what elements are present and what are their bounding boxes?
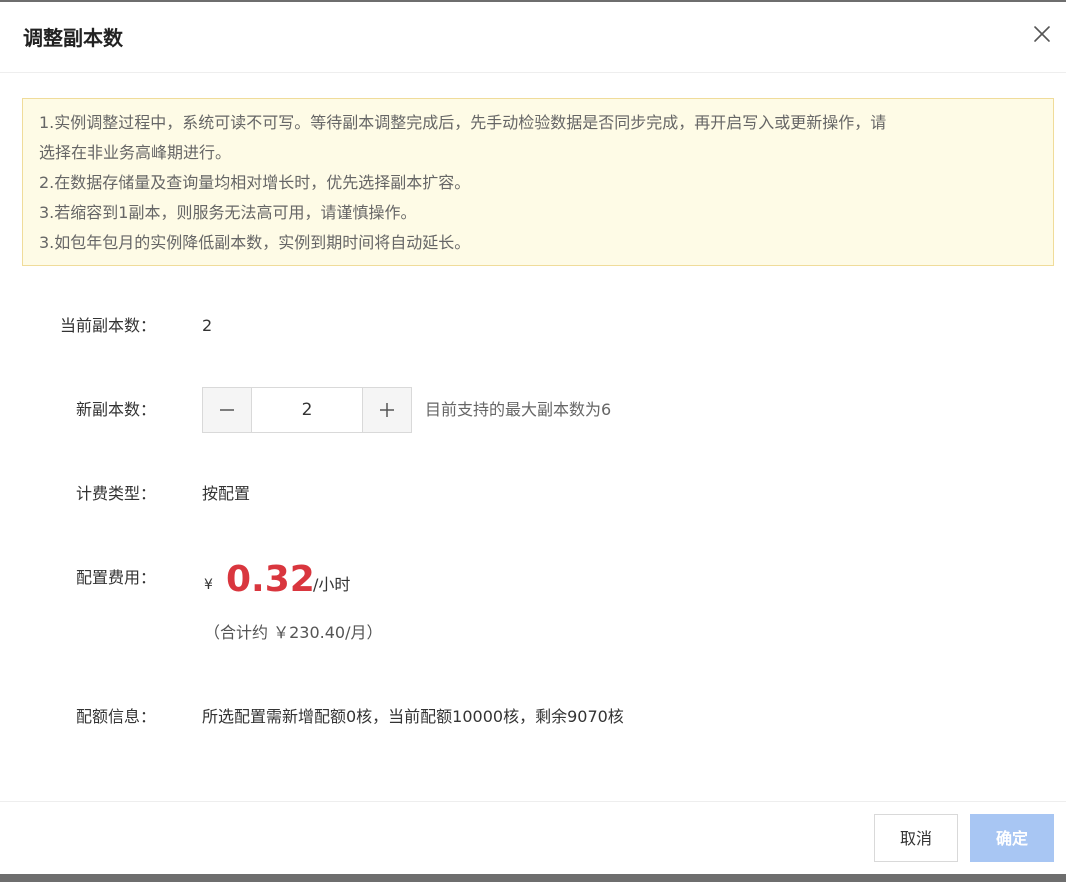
price-unit: /小时 <box>313 575 351 594</box>
monthly-total: （合计约 ￥230.40/月） <box>204 623 383 642</box>
notice-line: 1.实例调整过程中，系统可读不可写。等待副本调整完成后，先手动检验数据是否同步完… <box>39 113 887 132</box>
notice-line: 选择在非业务高峰期进行。 <box>39 143 232 162</box>
minus-icon <box>220 409 234 411</box>
currency-symbol: ¥ <box>204 577 213 593</box>
notice-line: 3.若缩容到1副本，则服务无法高可用，请谨慎操作。 <box>39 203 417 222</box>
quota-info-label: 配额信息： <box>75 707 156 726</box>
billing-type-label: 计费类型： <box>75 484 156 503</box>
replicas-input[interactable] <box>252 388 362 432</box>
replicas-stepper <box>202 387 412 433</box>
dialog-header: 调整副本数 <box>0 2 1066 73</box>
dialog-footer: 取消 确定 <box>0 801 1066 874</box>
new-replicas-label: 新副本数： <box>75 400 156 419</box>
current-replicas-value: 2 <box>202 316 213 335</box>
close-button[interactable] <box>1030 22 1054 46</box>
config-cost-label: 配置费用： <box>75 568 156 587</box>
quota-info-value: 所选配置需新增配额0核，当前配额10000核，剩余9070核 <box>202 707 624 726</box>
notice-box: 1.实例调整过程中，系统可读不可写。等待副本调整完成后，先手动检验数据是否同步完… <box>22 98 1054 266</box>
adjust-replicas-dialog: 调整副本数 1.实例调整过程中，系统可读不可写。等待副本调整完成后，先手动检验数… <box>0 2 1066 874</box>
notice-line: 3.如包年包月的实例降低副本数，实例到期时间将自动延长。 <box>39 233 471 252</box>
close-icon <box>1034 26 1050 42</box>
billing-type-value: 按配置 <box>202 484 251 503</box>
cancel-button[interactable]: 取消 <box>874 814 958 862</box>
plus-icon <box>380 403 394 417</box>
increment-button[interactable] <box>362 388 411 432</box>
confirm-button[interactable]: 确定 <box>970 814 1054 862</box>
max-replicas-hint: 目前支持的最大副本数为6 <box>425 400 612 419</box>
dialog-title: 调整副本数 <box>23 26 123 50</box>
hourly-price: 0.32 <box>226 559 315 600</box>
decrement-button[interactable] <box>203 388 252 432</box>
current-replicas-label: 当前副本数： <box>59 316 156 335</box>
notice-line: 2.在数据存储量及查询量均相对增长时，优先选择副本扩容。 <box>39 173 471 192</box>
